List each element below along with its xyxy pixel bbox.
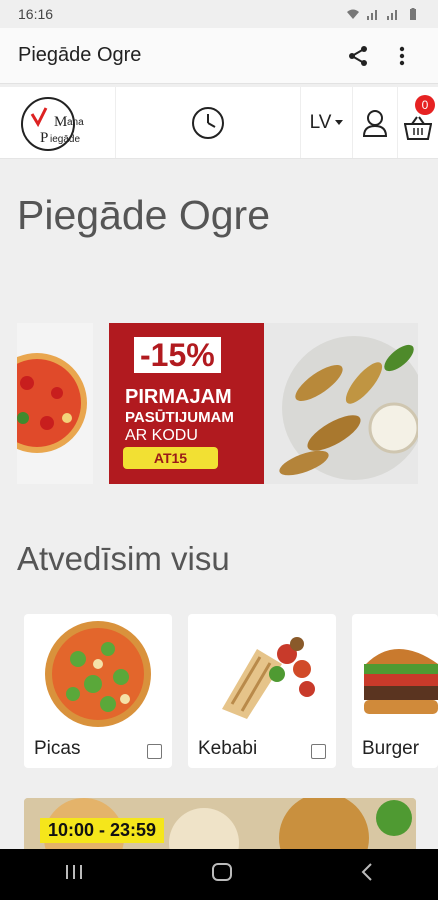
signal-icon xyxy=(367,10,377,20)
promo-line-1: PIRMAJAM xyxy=(125,386,232,408)
system-nav-bar xyxy=(0,849,438,900)
promo-banner[interactable]: -15% PIRMAJAM PASŪTIJUMAM AR KODU AT15 xyxy=(109,323,418,484)
logo[interactable]: M ana P iegāde xyxy=(0,87,116,158)
status-icons xyxy=(346,8,420,20)
category-card-picas[interactable]: Picas xyxy=(24,614,172,768)
promo-line-3: AR KODU xyxy=(125,427,198,444)
user-icon xyxy=(362,109,388,137)
opening-hours: 10:00 - 23:59 xyxy=(40,818,165,843)
status-bar: 16:16 xyxy=(0,0,438,28)
status-time: 16:16 xyxy=(18,6,54,22)
category-label: Picas xyxy=(34,738,81,759)
home-icon xyxy=(211,863,232,881)
home-button[interactable] xyxy=(211,862,233,887)
promo-code: AT15 xyxy=(123,447,218,469)
app-title: Piegāde Ogre xyxy=(18,44,142,66)
account-button[interactable] xyxy=(353,87,398,158)
page-title: Piegāde Ogre xyxy=(17,192,271,238)
cart-count-badge: 0 xyxy=(415,95,435,115)
promo-line-2: PASŪTIJUMAM xyxy=(125,409,234,426)
promo-panel: -15% PIRMAJAM PASŪTIJUMAM AR KODU AT15 xyxy=(109,323,264,484)
site-header: M ana P iegāde LV 0 xyxy=(0,87,438,159)
category-label: Burger xyxy=(362,738,420,759)
categories-heading: Atvedīsim visu xyxy=(17,540,230,577)
svg-text:iegāde: iegāde xyxy=(50,134,80,145)
caret-down-icon xyxy=(335,119,344,125)
category-checkbox[interactable] xyxy=(147,744,162,759)
category-card-burger[interactable]: Burger xyxy=(352,614,438,768)
overflow-menu-button[interactable] xyxy=(384,38,420,74)
svg-text:ana: ana xyxy=(67,117,84,128)
promo-discount: -15% xyxy=(134,337,221,373)
wifi-icon xyxy=(347,9,359,19)
restaurant-card[interactable]: 10:00 - 23:59 xyxy=(24,798,416,853)
cart-button[interactable]: 0 xyxy=(398,87,438,158)
language-label: LV xyxy=(309,111,332,133)
pizza-image xyxy=(24,614,172,734)
svg-text:M: M xyxy=(54,114,67,130)
category-card-kebabi[interactable]: Kebabi xyxy=(188,614,336,768)
category-checkbox[interactable] xyxy=(311,744,326,759)
app-bar: Piegāde Ogre xyxy=(0,28,438,84)
mana-piegade-logo: M ana P iegāde xyxy=(20,96,84,151)
signal-icon-2 xyxy=(387,10,397,20)
basket-icon xyxy=(404,115,432,140)
share-icon xyxy=(349,45,367,66)
back-icon xyxy=(361,863,373,881)
language-selector[interactable]: LV xyxy=(301,87,353,158)
svg-text:P: P xyxy=(40,130,48,146)
working-hours-button[interactable] xyxy=(116,87,301,158)
more-vert-icon xyxy=(399,46,405,65)
burger-image xyxy=(352,614,438,734)
kebab-image xyxy=(188,614,336,734)
pizza-image xyxy=(17,353,87,453)
battery-icon xyxy=(410,8,416,20)
share-button[interactable] xyxy=(340,38,376,74)
clock-icon xyxy=(192,106,224,139)
category-label: Kebabi xyxy=(198,738,258,759)
banner-slide-previous[interactable] xyxy=(17,323,93,484)
recent-apps-icon xyxy=(65,865,82,879)
recent-apps-button[interactable] xyxy=(64,863,84,886)
stuffed-peppers-image xyxy=(264,323,418,484)
back-button[interactable] xyxy=(360,862,374,887)
